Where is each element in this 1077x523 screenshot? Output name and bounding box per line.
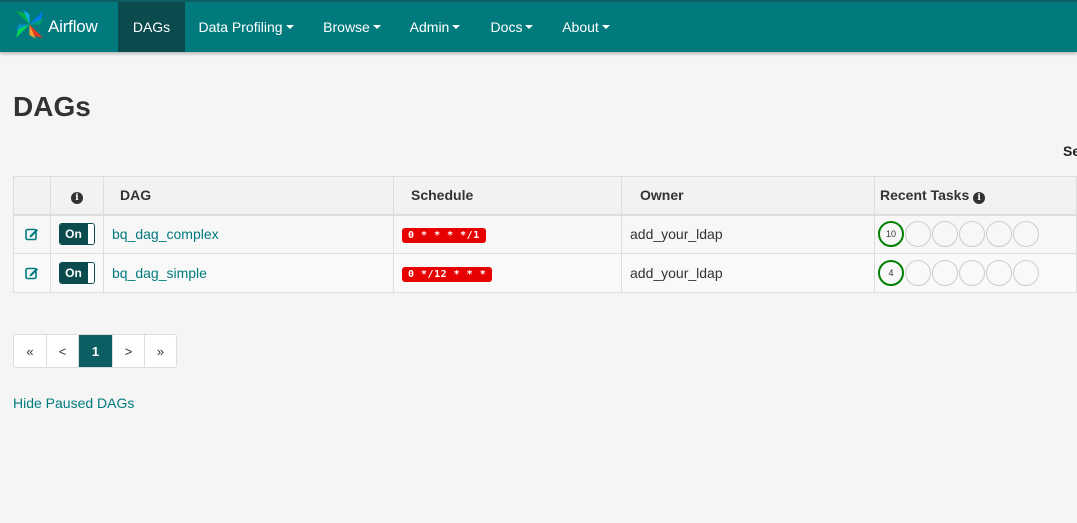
- toggle-cell: On: [50, 253, 104, 293]
- nav-dags-label: DAGs: [132, 19, 171, 35]
- dag-link[interactable]: bq_dag_complex: [112, 226, 219, 242]
- schedule-badge[interactable]: 0 * * * */1: [402, 228, 486, 244]
- header-owner[interactable]: Owner: [621, 176, 875, 216]
- nav-browse-label: Browse: [323, 19, 370, 35]
- recent-task-circles: 4: [878, 260, 1068, 286]
- schedule-badge[interactable]: 0 */12 * * *: [402, 267, 493, 282]
- brand-name: Airflow: [48, 17, 98, 36]
- toggle-knob: [87, 263, 94, 283]
- toggle-cell: On: [50, 214, 104, 254]
- schedule-cell: 0 * * * */1: [393, 214, 622, 254]
- toggle-knob: [87, 224, 94, 245]
- edit-cell: [13, 214, 51, 254]
- table-header-row: i DAG Schedule Owner Recent Tasks i: [13, 176, 1077, 216]
- current-page-button[interactable]: 1: [78, 335, 112, 367]
- recent-tasks-cell: 4: [874, 253, 1077, 293]
- dag-on-off-toggle[interactable]: On: [59, 223, 95, 246]
- dag-link[interactable]: bq_dag_simple: [112, 265, 207, 281]
- brand-logo-link[interactable]: Airflow: [13, 8, 98, 46]
- task-state-empty[interactable]: [932, 260, 958, 286]
- caret-down-icon: [601, 25, 610, 29]
- nav-admin-menu[interactable]: Admin: [401, 2, 469, 52]
- header-info: i: [50, 176, 104, 216]
- header-recent-tasks: Recent Tasks i: [874, 176, 1077, 216]
- toggle-on-label: On: [60, 263, 87, 283]
- pagination: « < 1 > »: [13, 334, 177, 368]
- edit-icon[interactable]: [22, 227, 42, 241]
- task-state-empty[interactable]: [905, 221, 931, 248]
- caret-down-icon: [452, 25, 461, 29]
- nav-about-label: About: [562, 19, 599, 35]
- task-state-empty[interactable]: [986, 221, 1012, 248]
- task-state-empty[interactable]: [1013, 260, 1039, 286]
- header-dag[interactable]: DAG: [103, 176, 394, 216]
- dags-table: i DAG Schedule Owner Recent Tasks i On b…: [13, 176, 1077, 293]
- header-recent-tasks-label: Recent Tasks: [880, 186, 970, 203]
- dag-cell: bq_dag_simple: [103, 253, 394, 293]
- toggle-on-label: On: [60, 224, 87, 245]
- nav-about-menu[interactable]: About: [554, 2, 618, 52]
- info-icon[interactable]: i: [71, 191, 83, 204]
- hide-paused-dags-link[interactable]: Hide Paused DAGs: [13, 395, 134, 411]
- owner-cell: add_your_ldap: [621, 253, 875, 293]
- task-state-empty[interactable]: [932, 221, 958, 248]
- nav-browse-menu[interactable]: Browse: [314, 2, 390, 52]
- header-owner-label: Owner: [640, 187, 684, 204]
- task-state-success[interactable]: 10: [878, 221, 904, 248]
- recent-tasks-cell: 10: [874, 214, 1077, 254]
- task-state-empty[interactable]: [959, 260, 985, 286]
- pinwheel-logo-icon: [13, 8, 46, 46]
- page-title: DAGs: [13, 91, 91, 122]
- dag-cell: bq_dag_complex: [103, 214, 394, 254]
- edit-cell: [13, 253, 51, 293]
- nav-data-profiling-label: Data Profiling: [198, 19, 283, 35]
- caret-down-icon: [525, 25, 534, 29]
- next-page-button[interactable]: >: [112, 335, 144, 367]
- nav-admin-label: Admin: [409, 19, 450, 35]
- nav-docs-label: Docs: [490, 19, 523, 35]
- table-row: On bq_dag_simple 0 */12 * * * add_your_l…: [13, 253, 1077, 293]
- header-edit: [13, 176, 51, 216]
- nav-dags[interactable]: DAGs: [118, 2, 185, 52]
- last-page-button[interactable]: »: [144, 335, 176, 367]
- nav-data-profiling-menu[interactable]: Data Profiling: [190, 2, 302, 52]
- nav-docs-menu[interactable]: Docs: [482, 2, 542, 52]
- top-navbar: Airflow DAGs Data Profiling Browse Admin…: [0, 0, 1077, 52]
- header-dag-label: DAG: [120, 187, 152, 204]
- task-state-empty[interactable]: [905, 260, 931, 286]
- first-page-button[interactable]: «: [14, 335, 46, 367]
- dag-on-off-toggle[interactable]: On: [59, 262, 95, 284]
- schedule-cell: 0 */12 * * *: [393, 253, 622, 293]
- owner-cell: add_your_ldap: [621, 214, 875, 254]
- caret-down-icon: [372, 25, 381, 29]
- table-row: On bq_dag_complex 0 * * * */1 add_your_l…: [13, 214, 1077, 254]
- task-state-empty[interactable]: [1013, 221, 1039, 248]
- prev-page-button[interactable]: <: [46, 335, 78, 367]
- task-state-success[interactable]: 4: [878, 260, 904, 286]
- recent-task-circles: 10: [878, 221, 1068, 248]
- header-schedule[interactable]: Schedule: [393, 176, 622, 216]
- edit-icon[interactable]: [22, 266, 42, 280]
- header-schedule-label: Schedule: [411, 187, 474, 204]
- info-icon[interactable]: i: [973, 191, 986, 204]
- task-state-empty[interactable]: [959, 221, 985, 248]
- search-label: Se: [1063, 143, 1077, 159]
- caret-down-icon: [285, 25, 294, 29]
- task-state-empty[interactable]: [986, 260, 1012, 286]
